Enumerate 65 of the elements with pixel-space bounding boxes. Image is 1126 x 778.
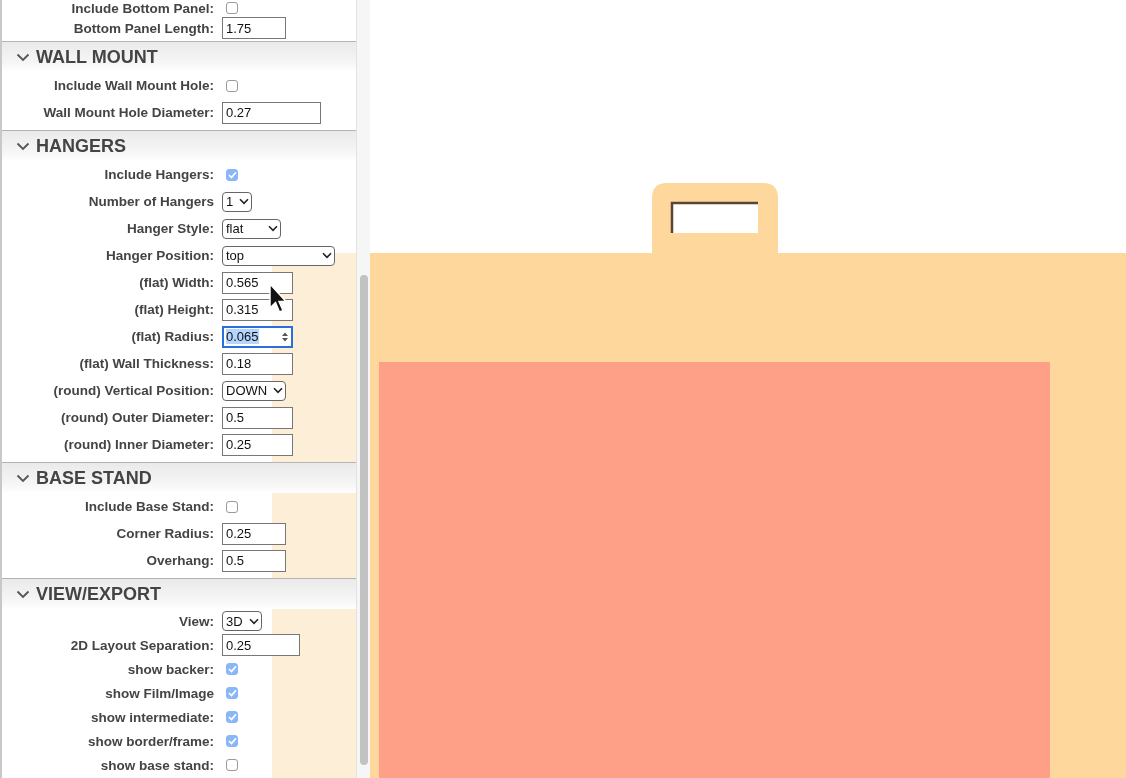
chevron-icon [16,589,30,599]
field-label: show border/frame: [86,733,214,749]
section-header[interactable]: HANGERS [2,131,356,161]
field-label: Hanger Style: [125,221,214,236]
section-header[interactable]: WALL MOUNT [2,42,356,72]
field-label: (flat) Radius: [130,329,214,344]
field-label: (round) Outer Diameter: [60,410,214,425]
field-label: 2D Layout Separation: [69,637,214,653]
field-label: Wall Mount Hole Diameter: [42,105,214,120]
field-label: (round) Inner Diameter: [63,437,214,452]
field-label: show backer: [126,661,214,677]
text-field[interactable]: 0.25 [222,433,293,456]
chevron-icon [268,225,278,232]
chevron-icon [239,198,249,205]
scrollbar-thumb[interactable] [360,275,368,765]
field-label: Bottom Panel Length: [72,20,214,36]
text-field[interactable]: 0.18 [222,352,293,375]
section-header[interactable]: BASE STAND [2,463,356,493]
text-field[interactable]: 0.27 [222,101,321,124]
chevron-icon [16,473,30,483]
field-label: View: [178,613,214,629]
checkbox[interactable] [226,759,238,771]
field-label: Number of Hangers [87,194,214,209]
chevron-icon [249,617,259,625]
field-label: Hanger Position: [105,248,214,263]
field-label: Include Hangers: [103,167,214,182]
text-field[interactable]: 0.5 [222,406,293,429]
checkbox[interactable] [226,687,238,699]
field-label: Include Base Stand: [83,499,214,514]
scrollbar[interactable] [356,0,370,778]
field-label: Corner Radius: [115,526,214,541]
field-label: (flat) Height: [133,302,214,317]
text-field[interactable]: 0.565 [222,271,293,294]
checkbox[interactable] [226,500,238,513]
spinner-icon[interactable] [281,330,289,343]
dropdown[interactable]: top [222,245,335,266]
checkbox[interactable] [226,79,238,92]
dropdown[interactable]: 3D [222,611,262,631]
checkbox[interactable] [226,663,238,675]
text-field[interactable]: 1.75 [222,17,286,39]
section-header[interactable]: VIEW/EXPORT [2,579,356,609]
checkbox[interactable] [226,735,238,747]
field-label: show intermediate: [89,709,214,725]
checkbox[interactable] [226,168,238,181]
field-label: show Film/Image [104,685,214,701]
field-label: Overhang: [145,553,214,568]
field-label: (flat) Wall Thickness: [78,356,214,371]
text-field[interactable]: 0.25 [222,634,300,656]
dropdown[interactable]: DOWN [222,380,286,401]
checkbox[interactable] [226,2,238,14]
field-label: (flat) Width: [138,275,214,290]
chevron-icon [273,387,283,394]
field-label: (round) Vertical Position: [52,383,214,398]
text-field[interactable]: 0.25 [222,522,286,545]
number-field[interactable]: 0.065 [222,325,293,348]
chevron-icon [16,141,30,151]
dropdown[interactable]: 1 [222,191,252,212]
checkbox[interactable] [226,711,238,723]
text-field[interactable]: 0.5 [222,549,286,572]
chevron-icon [16,52,30,62]
field-label: Include Wall Mount Hole: [53,78,214,93]
dropdown[interactable]: flat [222,218,281,239]
field-label: Include Bottom Panel: [70,0,214,16]
field-label: show base stand: [99,757,214,773]
chevron-icon [322,252,332,259]
